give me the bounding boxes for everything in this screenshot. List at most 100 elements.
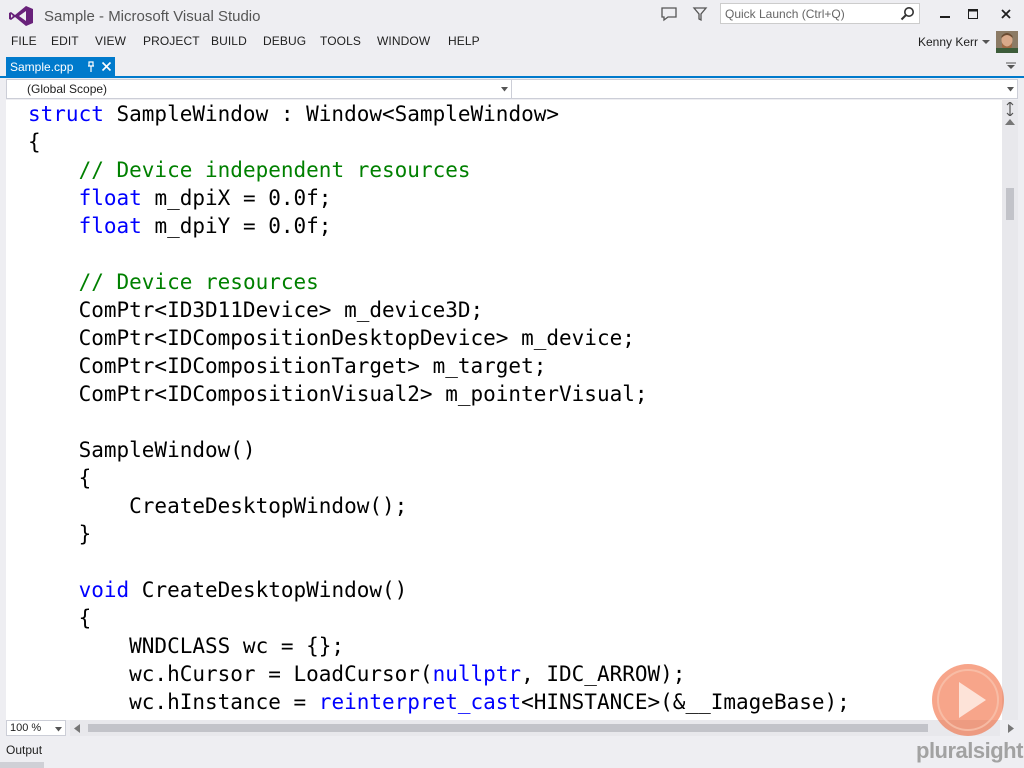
code-token: { <box>28 606 92 630</box>
document-tab-strip: Sample.cpp <box>0 56 1024 78</box>
code-line[interactable]: // Device independent resources <box>28 156 850 184</box>
code-line[interactable]: ComPtr<ID3D11Device> m_device3D; <box>28 296 850 324</box>
vertical-scroll-thumb[interactable] <box>1006 188 1014 220</box>
pluralsight-play-icon <box>932 664 1004 736</box>
navigation-bar: (Global Scope) <box>6 79 1018 99</box>
code-line[interactable]: } <box>28 520 850 548</box>
output-panel-title[interactable]: Output <box>6 743 42 757</box>
maximize-icon <box>968 9 978 19</box>
code-keyword: struct <box>28 102 104 126</box>
code-line[interactable] <box>28 408 850 436</box>
output-panel-tab[interactable] <box>0 762 44 768</box>
code-token: ComPtr<IDCompositionTarget> m_target; <box>28 354 547 378</box>
quick-launch-input[interactable] <box>721 4 899 23</box>
code-line[interactable]: ComPtr<IDCompositionDesktopDevice> m_dev… <box>28 324 850 352</box>
chevron-down-icon <box>55 727 62 732</box>
window-title: Sample - Microsoft Visual Studio <box>44 8 261 25</box>
scroll-up-icon[interactable] <box>1005 118 1015 126</box>
code-line[interactable]: struct SampleWindow : Window<SampleWindo… <box>28 100 850 128</box>
code-token: ComPtr<IDCompositionVisual2> m_pointerVi… <box>28 382 648 406</box>
code-line[interactable]: float m_dpiX = 0.0f; <box>28 184 850 212</box>
chevron-down-icon <box>501 87 508 92</box>
code-line[interactable]: { <box>28 128 850 156</box>
chevron-down-icon[interactable] <box>982 39 990 45</box>
code-token: CreateDesktopWindow(); <box>28 494 408 518</box>
code-line[interactable]: wc.hCursor = LoadCursor(nullptr, IDC_ARR… <box>28 660 850 688</box>
menu-view[interactable]: VIEW <box>95 34 126 48</box>
horizontal-scrollbar[interactable] <box>70 720 1014 736</box>
horizontal-scroll-thumb[interactable] <box>88 724 928 732</box>
code-line[interactable] <box>28 548 850 576</box>
code-keyword: float <box>78 186 142 210</box>
menu-window[interactable]: WINDOW <box>377 34 430 48</box>
code-line[interactable]: { <box>28 604 850 632</box>
code-keyword: nullptr <box>432 662 522 686</box>
editor-bottom-bar: 100 % <box>6 720 1018 737</box>
code-token: { <box>28 466 92 490</box>
code-line[interactable]: ComPtr<IDCompositionVisual2> m_pointerVi… <box>28 380 850 408</box>
code-token: WNDCLASS wc = {}; <box>28 634 345 658</box>
scroll-left-icon[interactable] <box>74 724 80 733</box>
code-token: CreateDesktopWindow() <box>129 578 408 602</box>
code-token: m_dpiY = 0.0f; <box>141 214 332 238</box>
menu-build[interactable]: BUILD <box>211 34 247 48</box>
tab-overflow-icon[interactable] <box>1006 62 1016 70</box>
menu-edit[interactable]: EDIT <box>51 34 79 48</box>
user-name[interactable]: Kenny Kerr <box>918 35 978 49</box>
code-keyword: reinterpret_cast <box>318 690 522 714</box>
code-token: ComPtr<IDCompositionDesktopDevice> m_dev… <box>28 326 635 350</box>
tab-label: Sample.cpp <box>10 60 74 74</box>
scope-label: (Global Scope) <box>27 82 108 96</box>
menu-help[interactable]: HELP <box>448 34 480 48</box>
avatar[interactable] <box>996 31 1018 53</box>
search-icon[interactable] <box>900 6 915 21</box>
pin-icon[interactable] <box>86 61 96 73</box>
code-editor[interactable]: struct SampleWindow : Window<SampleWindo… <box>6 100 1002 720</box>
code-line[interactable]: CreateDesktopWindow(); <box>28 492 850 520</box>
scroll-right-icon[interactable] <box>1008 724 1014 733</box>
menu-file[interactable]: FILE <box>11 34 37 48</box>
code-comment: // Device resources <box>78 270 319 294</box>
filter-icon[interactable] <box>692 6 708 22</box>
code-line[interactable] <box>28 240 850 268</box>
close-icon <box>1001 9 1011 19</box>
split-view-icon[interactable] <box>1005 102 1015 116</box>
close-window-button[interactable] <box>993 4 1019 24</box>
menu-debug[interactable]: DEBUG <box>263 34 306 48</box>
chevron-down-icon <box>1007 87 1014 92</box>
tab-sample-cpp[interactable]: Sample.cpp <box>6 57 115 77</box>
title-bar: Sample - Microsoft Visual Studio <box>0 0 1024 32</box>
code-line[interactable]: wc.hInstance = reinterpret_cast<HINSTANC… <box>28 688 850 716</box>
code-line[interactable]: { <box>28 464 850 492</box>
code-token: wc.hInstance = <box>28 690 319 714</box>
code-line[interactable]: float m_dpiY = 0.0f; <box>28 212 850 240</box>
code-line[interactable]: SampleWindow() <box>28 436 850 464</box>
code-text[interactable]: struct SampleWindow : Window<SampleWindo… <box>28 100 850 716</box>
scope-dropdown[interactable]: (Global Scope) <box>7 80 512 98</box>
code-line[interactable]: void CreateDesktopWindow() <box>28 576 850 604</box>
code-comment: // Device independent resources <box>78 158 471 182</box>
maximize-button[interactable] <box>960 4 986 24</box>
code-keyword: float <box>78 214 142 238</box>
code-token: SampleWindow() <box>28 438 256 462</box>
vertical-scrollbar[interactable] <box>1002 100 1018 720</box>
code-line[interactable]: // Device resources <box>28 268 850 296</box>
code-line[interactable]: WNDCLASS wc = {}; <box>28 632 850 660</box>
close-tab-icon[interactable] <box>101 61 112 72</box>
quick-launch-box[interactable] <box>720 3 920 24</box>
visual-studio-logo-icon <box>9 6 33 26</box>
feedback-icon[interactable] <box>660 6 678 22</box>
zoom-dropdown[interactable]: 100 % <box>6 720 66 736</box>
menu-tools[interactable]: TOOLS <box>320 34 361 48</box>
member-dropdown[interactable] <box>513 80 1017 98</box>
code-token: ComPtr<ID3D11Device> m_device3D; <box>28 298 484 322</box>
menu-project[interactable]: PROJECT <box>143 34 200 48</box>
code-line[interactable]: ComPtr<IDCompositionTarget> m_target; <box>28 352 850 380</box>
minimize-button[interactable] <box>932 4 958 24</box>
pluralsight-logo: pluralsight <box>916 738 1023 763</box>
minimize-icon <box>940 16 950 18</box>
